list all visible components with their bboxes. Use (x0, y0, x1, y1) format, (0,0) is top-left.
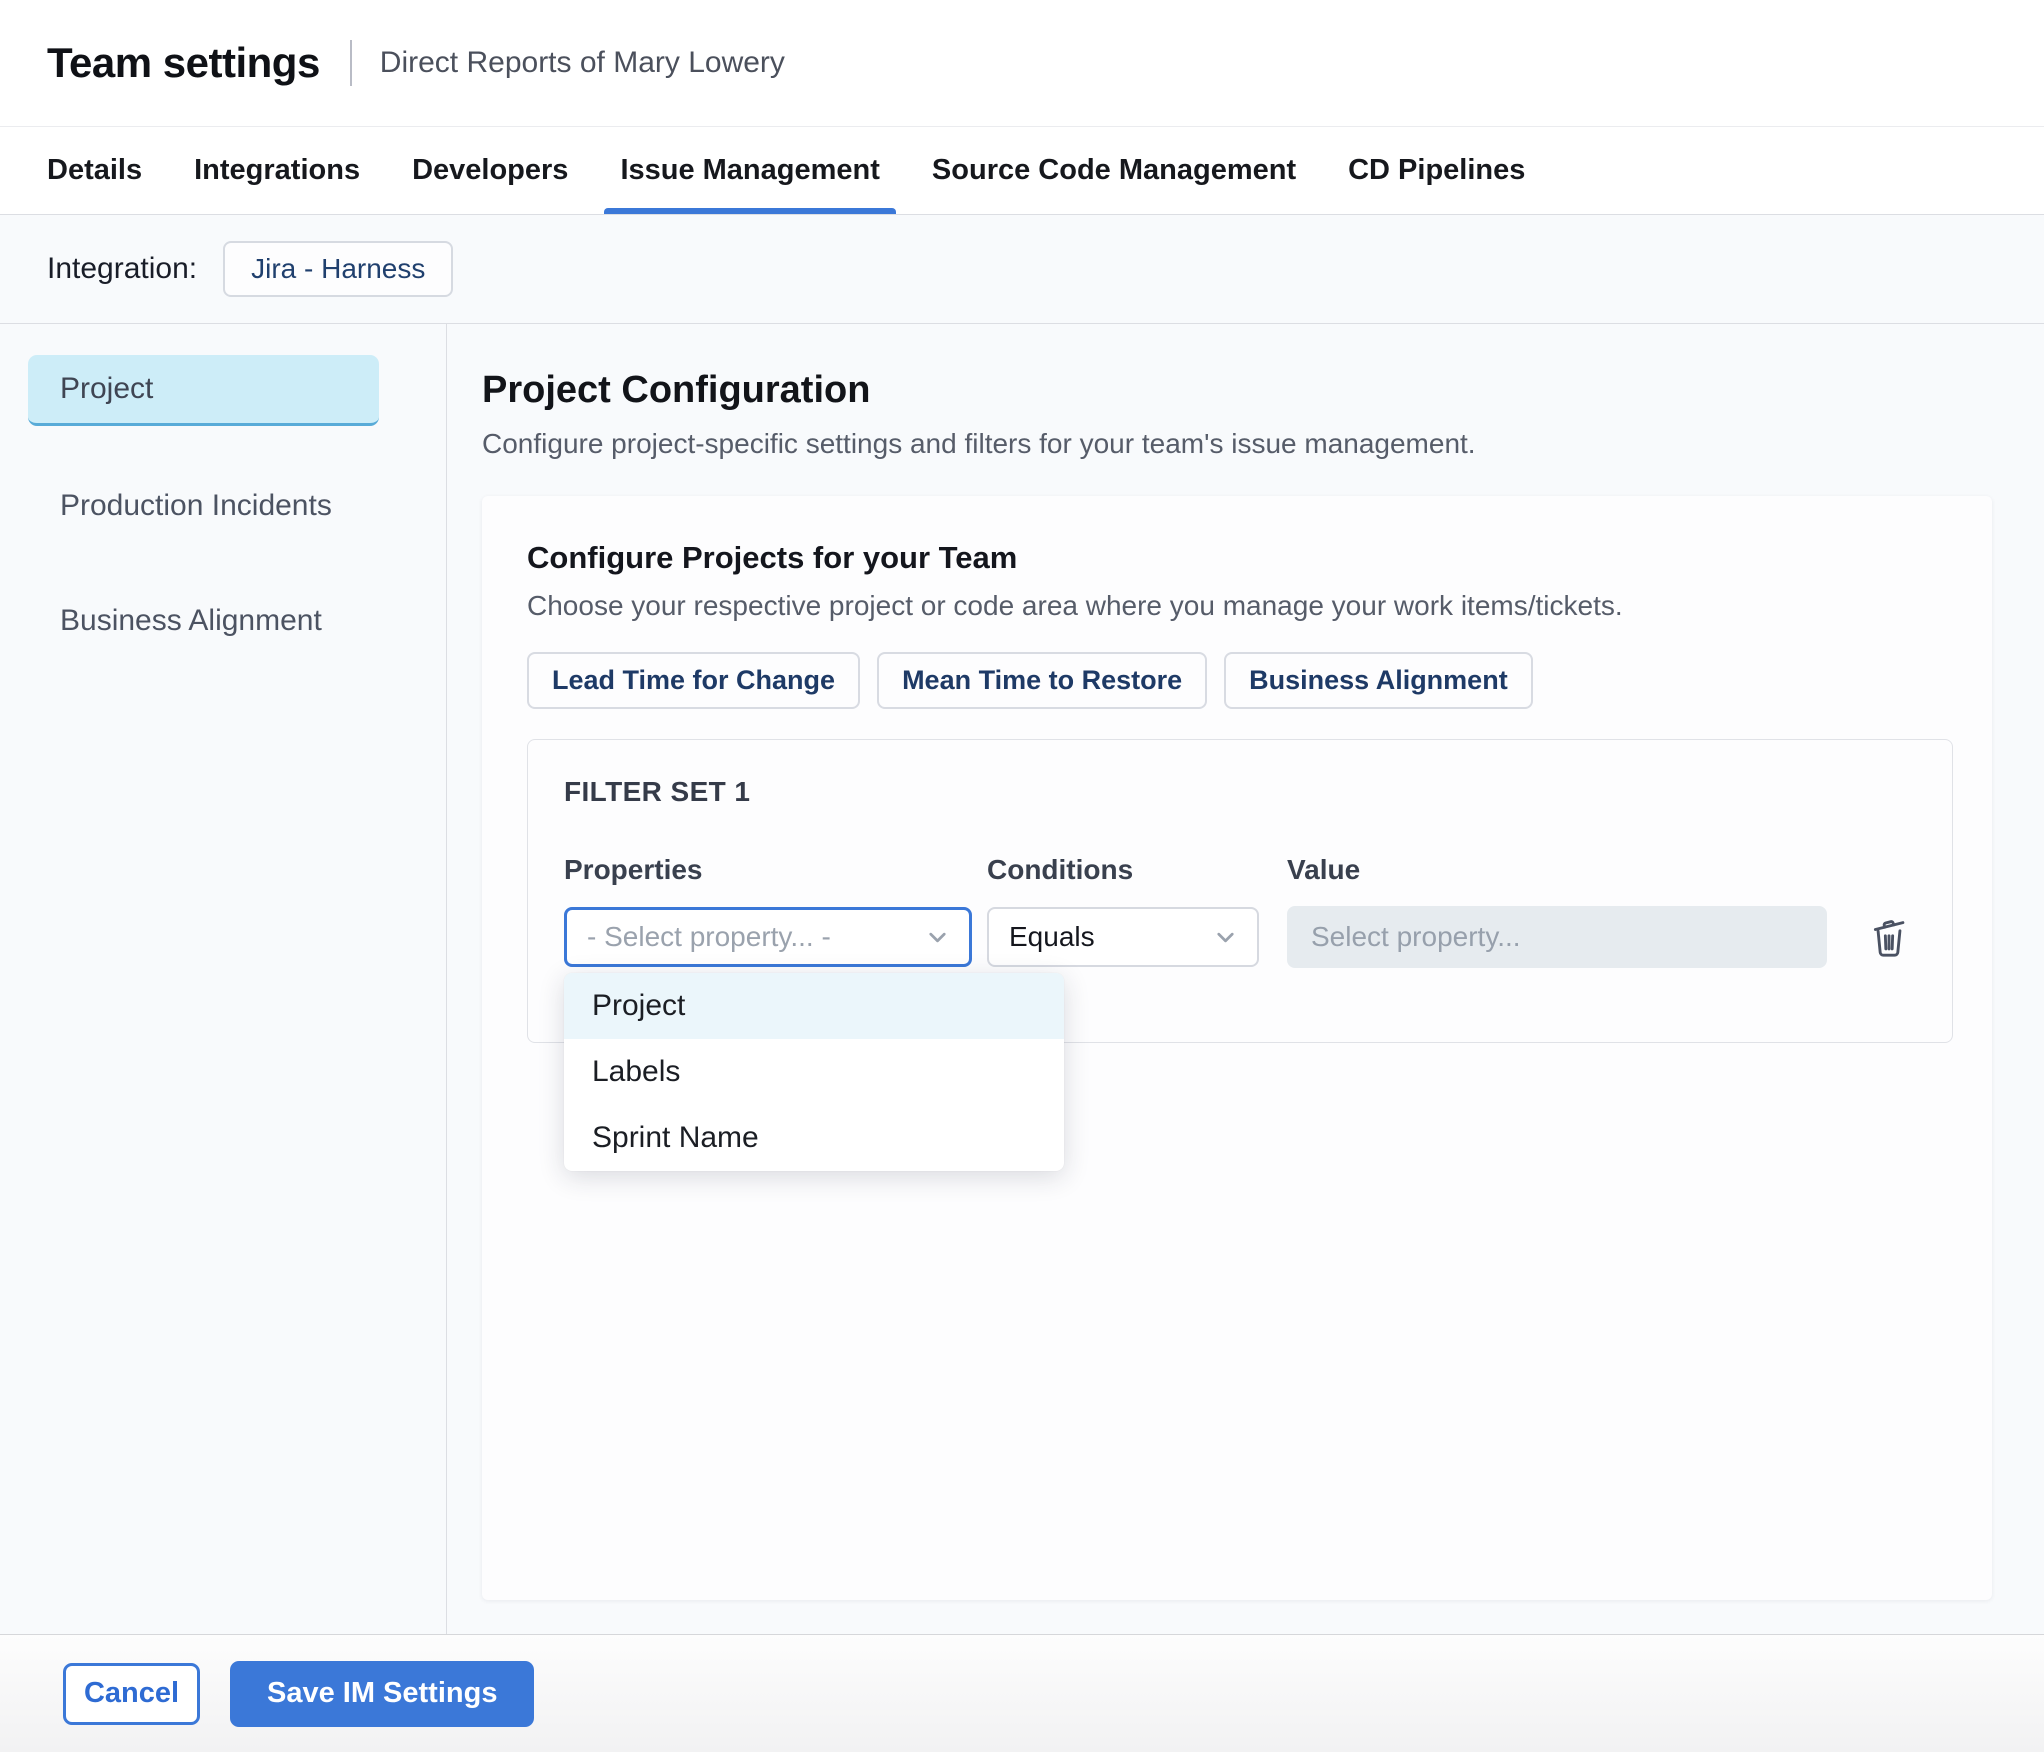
save-im-settings-button[interactable]: Save IM Settings (230, 1660, 535, 1727)
property-dropdown-menu: Project Labels Sprint Name (564, 973, 1064, 1171)
chip-business-alignment[interactable]: Business Alignment (1224, 652, 1533, 709)
tab-developers[interactable]: Developers (412, 127, 568, 214)
property-select-placeholder: - Select property... - (587, 921, 831, 952)
filter-column-headers: Properties Conditions Value (564, 854, 1916, 886)
configure-projects-card: Configure Projects for your Team Choose … (482, 496, 1992, 1600)
dropdown-option-labels[interactable]: Labels (564, 1039, 1064, 1105)
sidebar-item-project[interactable]: Project (28, 355, 379, 426)
column-header-conditions: Conditions (987, 854, 1134, 885)
card-subtitle: Choose your respective project or code a… (527, 590, 1623, 621)
filter-set-1: FILTER SET 1 Properties Conditions Value… (527, 739, 1953, 1171)
team-settings-page: Team settings Direct Reports of Mary Low… (0, 0, 2044, 1752)
dropdown-option-project[interactable]: Project (564, 973, 1064, 1039)
column-header-properties: Properties (564, 854, 703, 885)
integration-chip[interactable]: Jira - Harness (223, 241, 454, 297)
tab-cd-pipelines[interactable]: CD Pipelines (1348, 127, 1525, 214)
cancel-button[interactable]: Cancel (63, 1662, 200, 1725)
chevron-down-icon (924, 924, 951, 951)
tab-details[interactable]: Details (47, 127, 142, 214)
property-select[interactable]: - Select property... - Project Labels Sp… (564, 907, 1064, 1171)
tab-bar: Details Integrations Developers Issue Ma… (0, 127, 2044, 215)
metric-chip-row: Lead Time for Change Mean Time to Restor… (527, 652, 1947, 709)
page-title: Team settings (47, 39, 320, 86)
filter-set-title: FILTER SET 1 (564, 776, 751, 807)
trash-icon (1866, 914, 1912, 960)
main-panel: Project Configuration Configure project-… (447, 324, 2044, 1634)
delete-filter-button[interactable] (1866, 914, 1912, 960)
title-divider (349, 40, 352, 86)
card-title: Configure Projects for your Team (527, 540, 1018, 575)
tab-integrations[interactable]: Integrations (194, 127, 360, 214)
tab-source-code-management[interactable]: Source Code Management (932, 127, 1296, 214)
sidebar-item-business-alignment[interactable]: Business Alignment (28, 585, 379, 656)
section-description: Configure project-specific settings and … (482, 428, 1476, 459)
sidebar-item-production-incidents[interactable]: Production Incidents (28, 470, 379, 541)
footer-action-bar: Cancel Save IM Settings (0, 1634, 2044, 1752)
condition-select-value: Equals (1009, 921, 1095, 952)
page-subtitle: Direct Reports of Mary Lowery (379, 46, 785, 79)
chip-mean-time-to-restore[interactable]: Mean Time to Restore (877, 652, 1208, 709)
condition-select[interactable]: Equals (987, 907, 1259, 967)
content-area: Project Production Incidents Business Al… (0, 324, 2044, 1634)
chip-lead-time-for-change[interactable]: Lead Time for Change (527, 652, 861, 709)
page-header: Team settings Direct Reports of Mary Low… (0, 0, 2044, 127)
tab-issue-management[interactable]: Issue Management (604, 127, 897, 214)
column-header-value: Value (1287, 854, 1361, 885)
filter-row: - Select property... - Project Labels Sp… (564, 906, 1916, 1171)
value-input[interactable] (1287, 906, 1827, 968)
sidebar: Project Production Incidents Business Al… (0, 324, 447, 1634)
integration-label: Integration: (47, 252, 198, 285)
dropdown-option-sprint-name[interactable]: Sprint Name (564, 1105, 1064, 1171)
section-heading: Project Configuration (482, 369, 871, 411)
chevron-down-icon (1212, 924, 1239, 951)
integration-bar: Integration: Jira - Harness (0, 215, 2044, 324)
